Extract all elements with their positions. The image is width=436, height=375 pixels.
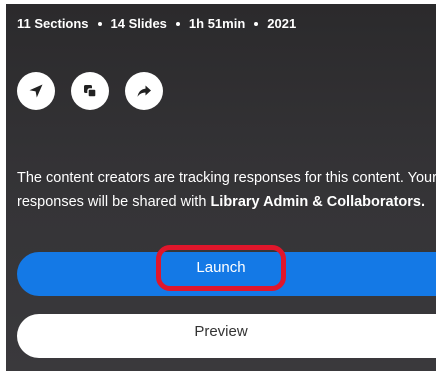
preview-button[interactable]	[17, 314, 436, 358]
copy-button[interactable]	[71, 72, 109, 110]
meta-separator-dot	[254, 21, 259, 26]
meta-separator-dot	[97, 21, 102, 26]
content-meta-row: 11 Sections 14 Slides 1h 51min 2021	[17, 16, 296, 31]
slides-count: 14 Slides	[110, 16, 167, 31]
navigate-button[interactable]	[17, 72, 55, 110]
share-icon	[137, 85, 151, 97]
meta-separator-dot	[175, 21, 180, 26]
tracking-notice-recipients: Library Admin & Collaborators.	[210, 194, 426, 210]
year: 2021	[267, 16, 297, 31]
tracking-notice: The content creators are tracking respon…	[17, 166, 436, 214]
launch-button[interactable]	[17, 252, 436, 296]
share-button[interactable]	[125, 72, 163, 110]
content-detail-panel: 11 Sections 14 Slides 1h 51min 2021 The …	[6, 4, 436, 371]
duration: 1h 51min	[188, 16, 246, 31]
action-buttons	[17, 72, 163, 110]
navigate-arrow-icon	[29, 84, 43, 98]
sections-count: 11 Sections	[17, 16, 89, 31]
copy-icon	[84, 85, 97, 98]
